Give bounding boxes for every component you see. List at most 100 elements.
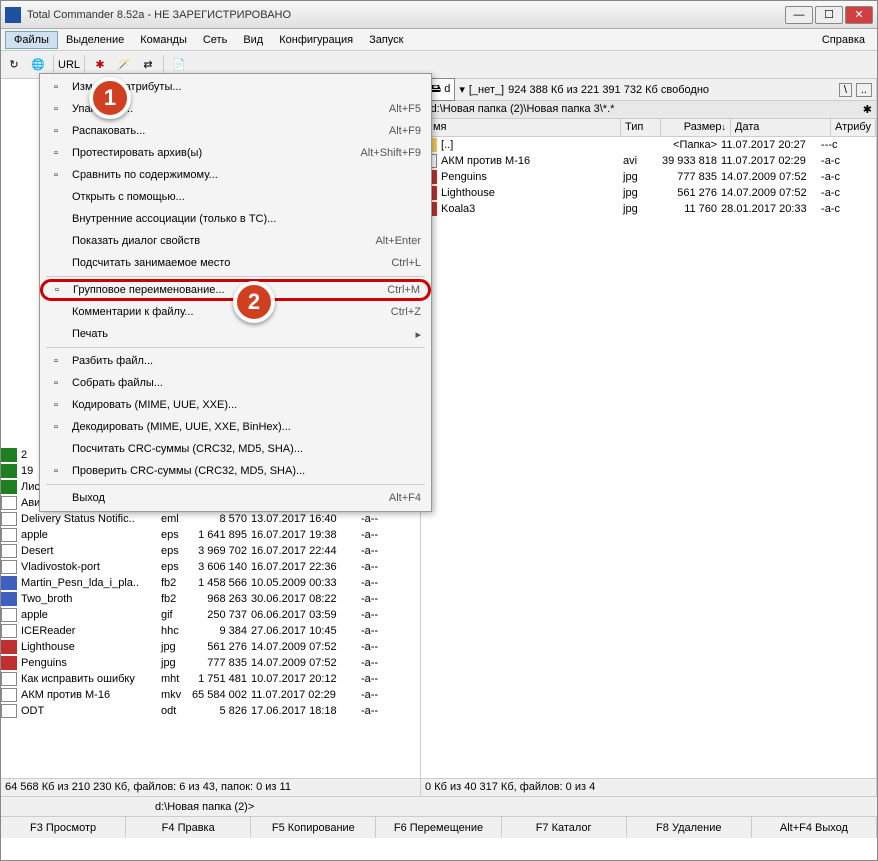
menu-item[interactable]: Посчитать CRC-суммы (CRC32, MD5, SHA)... [42,438,429,460]
file-date: 14.07.2009 07:52 [719,171,819,183]
doc-icon [1,624,17,638]
menu-separator [46,484,425,485]
menu-item[interactable]: ▫ Декодировать (MIME, UUE, XXE, BinHex).… [42,416,429,438]
file-row[interactable]: Koala3 jpg 11 760 28.01.2017 20:33 -a-c [421,201,876,217]
file-row[interactable]: ICEReader hhc 9 384 27.06.2017 10:45 -a-… [1,623,420,639]
menu-item[interactable]: ▫ Проверить CRC-суммы (CRC32, MD5, SHA).… [42,460,429,482]
unpack-icon: ▫ [46,125,66,137]
fkey-f5[interactable]: F5 Копирование [251,817,376,838]
fkey-f8[interactable]: F8 Удаление [627,817,752,838]
file-row[interactable]: Desert eps 3 969 702 16.07.2017 22:44 -a… [1,543,420,559]
fkey-f7[interactable]: F7 Каталог [502,817,627,838]
file-row[interactable]: Как исправить ошибку mht 1 751 481 10.07… [1,671,420,687]
refresh-icon[interactable]: ↻ [3,54,25,76]
file-row[interactable]: Lighthouse jpg 561 276 14.07.2009 07:52 … [421,185,876,201]
callout-2: 2 [233,281,275,323]
menu-item[interactable]: Показать диалог свойств Alt+Enter [42,230,429,252]
doc-icon [1,512,17,526]
file-type: eps [159,561,189,573]
hdr-size[interactable]: Размер↓ [661,119,731,136]
fkey-altf4[interactable]: Alt+F4 Выход [752,817,877,838]
file-row[interactable]: ODT odt 5 826 17.06.2017 18:18 -a-- [1,703,420,719]
menu-item[interactable]: Печать ▸ [42,323,429,345]
fkey-f6[interactable]: F6 Перемещение [376,817,501,838]
minimize-button[interactable]: ― [785,6,813,24]
cmdline-prompt: d:\Новая папка (2)> [5,801,254,813]
menu-item[interactable]: ▫ Собрать файлы... [42,372,429,394]
menu-label: Показать диалог свойств [66,235,375,247]
command-line[interactable]: d:\Новая папка (2)> [1,796,877,816]
menu-help[interactable]: Справка [814,32,873,48]
file-attr: -a-- [359,657,380,669]
file-attr: -a-- [359,609,380,621]
menu-item[interactable]: ▫ Протестировать архив(ы) Alt+Shift+F9 [42,142,429,164]
file-row[interactable]: [..] <Папка> 11.07.2017 20:27 ---c [421,137,876,153]
menu-item[interactable]: Подсчитать занимаемое место Ctrl+L [42,252,429,274]
file-row[interactable]: Penguins jpg 777 835 14.07.2009 07:52 -a… [421,169,876,185]
file-date: 06.06.2017 03:59 [249,609,359,621]
up-button[interactable]: .. [856,83,872,97]
menu-label: Сравнить по содержимому... [66,169,421,181]
menu-start[interactable]: Запуск [361,32,411,48]
file-type: jpg [159,641,189,653]
menu-item[interactable]: Внутренние ассоциации (только в TC)... [42,208,429,230]
menu-label: Протестировать архив(ы) [66,147,360,159]
menu-view[interactable]: Вид [235,32,271,48]
menu-item[interactable]: Выход Alt+F4 [42,487,429,509]
menu-config[interactable]: Конфигурация [271,32,361,48]
hdr-date[interactable]: Дата [731,119,831,136]
fkey-f4[interactable]: F4 Правка [126,817,251,838]
right-file-list[interactable]: [..] <Папка> 11.07.2017 20:27 ---c АКМ п… [421,137,876,778]
maximize-button[interactable]: ☐ [815,6,843,24]
file-row[interactable]: АКМ против М-16 avi 39 933 818 11.07.201… [421,153,876,169]
menu-commands[interactable]: Команды [132,32,195,48]
file-date: 10.05.2009 00:33 [249,577,359,589]
hdr-attr[interactable]: Атрибу [831,119,876,136]
function-keys: F3 Просмотр F4 Правка F5 Копирование F6 … [1,816,877,838]
root-button[interactable]: \ [839,83,852,97]
menu-item[interactable]: ▫ Сравнить по содержимому... [42,164,429,186]
hdr-type[interactable]: Тип [621,119,661,136]
right-path[interactable]: d:\Новая папка (2)\Новая папка 3\*.* [431,103,863,116]
menu-files[interactable]: Файлы [5,31,58,49]
file-attr: -a-- [359,513,380,525]
right-panel: 🖴 d ▾ [_нет_] 924 388 Кб из 221 391 732 … [421,79,877,796]
file-name: Delivery Status Notific.. [19,513,159,525]
history-button[interactable]: ✱ [863,103,872,116]
file-row[interactable]: Penguins jpg 777 835 14.07.2009 07:52 -a… [1,655,420,671]
menu-label: Проверить CRC-суммы (CRC32, MD5, SHA)... [66,465,421,477]
menu-net[interactable]: Сеть [195,32,235,48]
file-date: 10.07.2017 20:12 [249,673,359,685]
right-drive-bar: 🖴 d ▾ [_нет_] 924 388 Кб из 221 391 732 … [421,79,876,101]
file-row[interactable]: apple eps 1 641 895 16.07.2017 19:38 -a-… [1,527,420,543]
doc-icon [1,704,17,718]
chevron-down-icon[interactable]: ▾ [459,83,465,96]
window-title: Total Commander 8.52a - НЕ ЗАРЕГИСТРИРОВ… [27,9,785,21]
menu-selection[interactable]: Выделение [58,32,132,48]
jpg-icon [1,640,17,654]
file-row[interactable]: АКМ против М-16 mkv 65 584 002 11.07.201… [1,687,420,703]
file-type: gif [159,609,189,621]
menu-item[interactable]: ▫ Разбить файл... [42,350,429,372]
file-row[interactable]: Vladivostok-port eps 3 606 140 16.07.201… [1,559,420,575]
file-date: 16.07.2017 19:38 [249,529,359,541]
file-name: Penguins [19,657,159,669]
file-row[interactable]: Two_broth fb2 968 263 30.06.2017 08:22 -… [1,591,420,607]
hdr-name[interactable]: Имя [421,119,621,136]
doc-icon [1,496,17,510]
file-attr: -a-c [819,203,842,215]
app-icon [5,7,21,23]
doc-icon [1,672,17,686]
right-path-bar: ▾ d:\Новая папка (2)\Новая папка 3\*.* ✱ [421,101,876,119]
file-row[interactable]: Martin_Pesn_lda_i_pla.. fb2 1 458 566 10… [1,575,420,591]
file-row[interactable]: apple gif 250 737 06.06.2017 03:59 -a-- [1,607,420,623]
file-row[interactable]: Lighthouse jpg 561 276 14.07.2009 07:52 … [1,639,420,655]
file-row[interactable]: Delivery Status Notific.. eml 8 570 13.0… [1,511,420,527]
fkey-f3[interactable]: F3 Просмотр [1,817,126,838]
test-icon: ▫ [46,147,66,159]
menu-item[interactable]: ▫ Распаковать... Alt+F9 [42,120,429,142]
close-button[interactable]: ✕ [845,6,873,24]
avi-icon [1,688,17,702]
menu-item[interactable]: Открыть с помощью... [42,186,429,208]
menu-item[interactable]: ▫ Кодировать (MIME, UUE, XXE)... [42,394,429,416]
